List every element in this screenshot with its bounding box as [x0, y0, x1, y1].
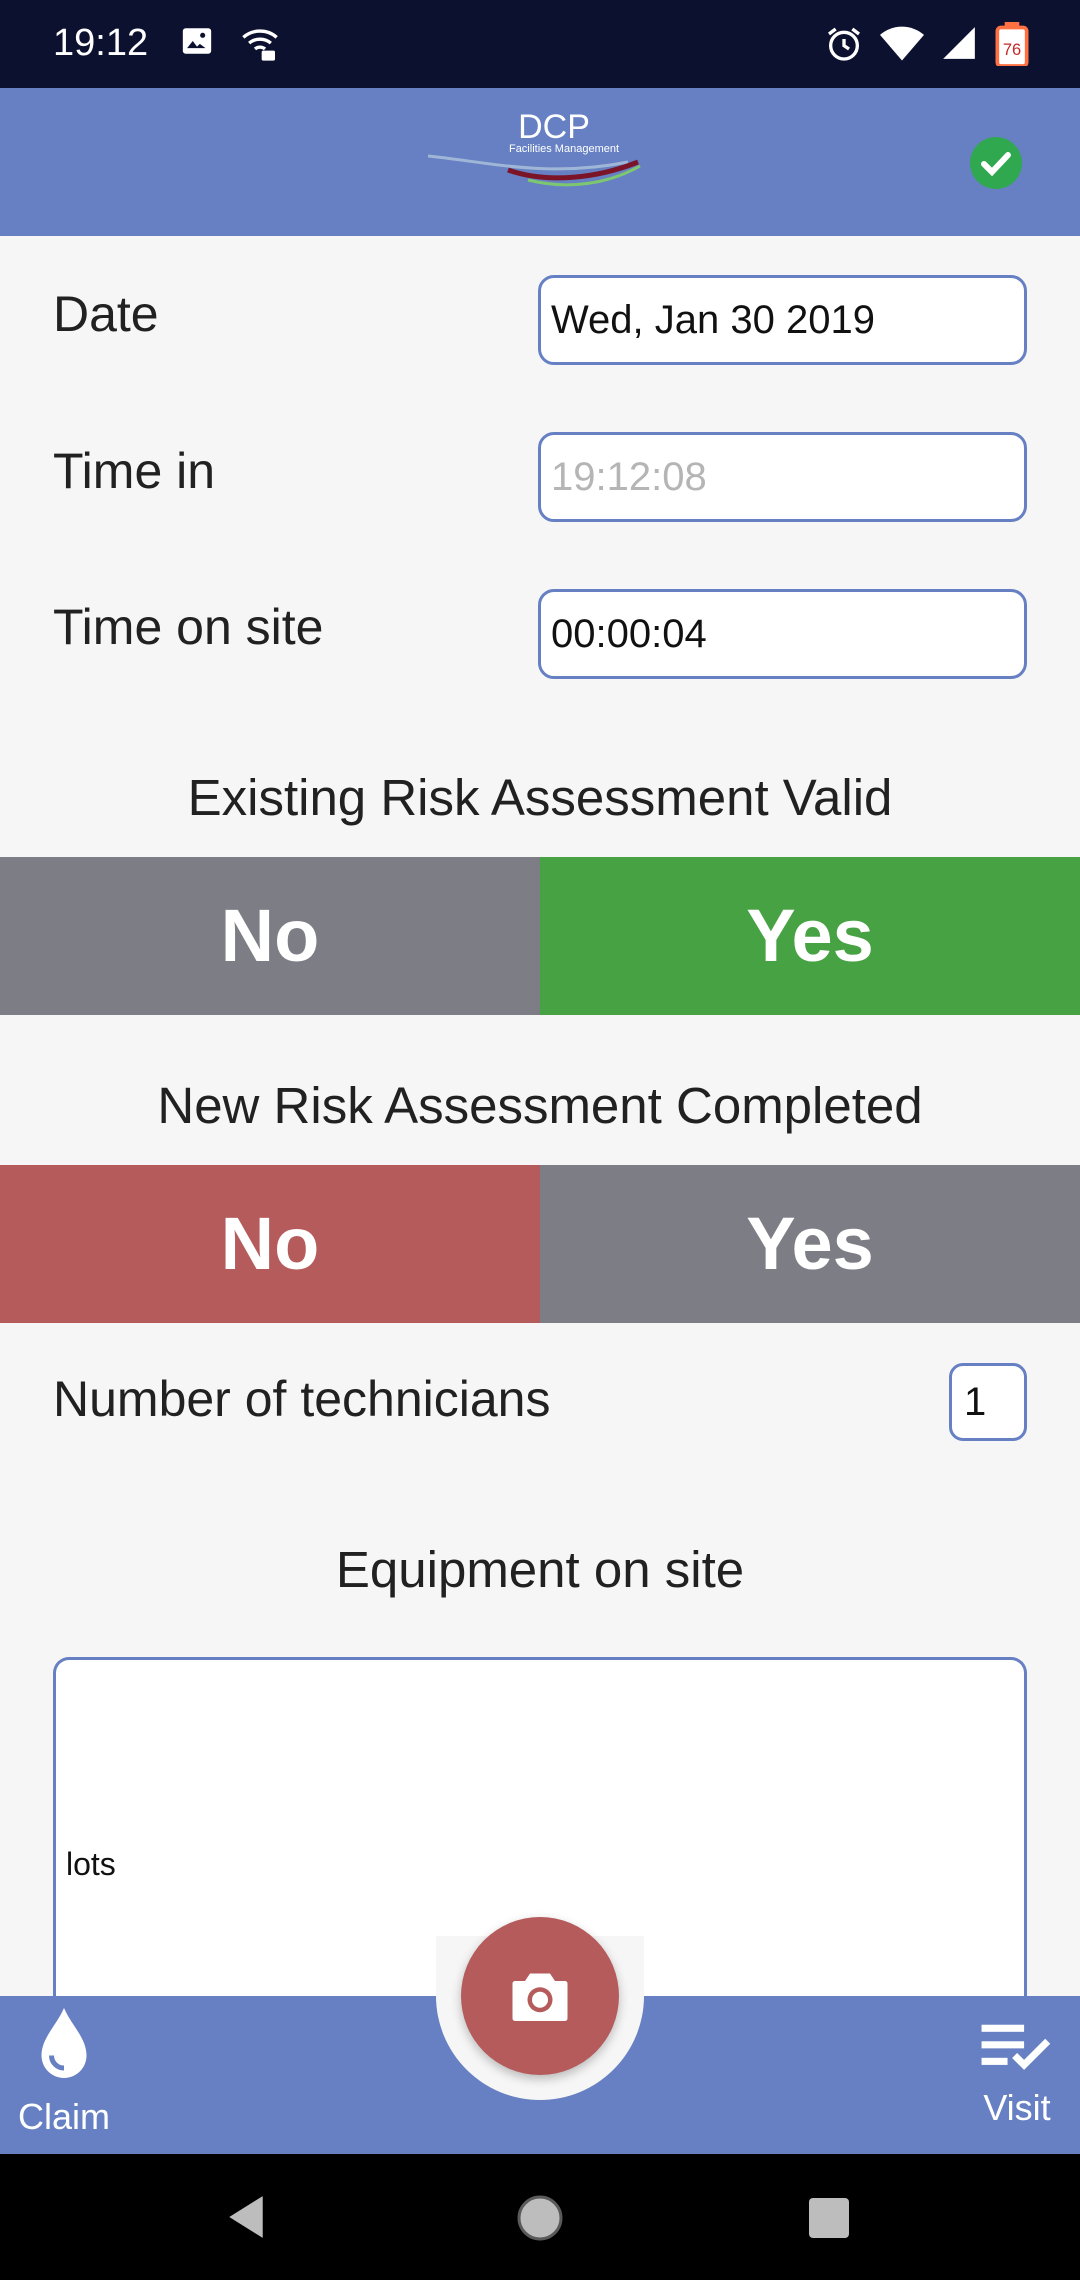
image-notification-icon — [180, 24, 214, 63]
wifi-hotspot-icon — [240, 24, 280, 69]
camera-icon — [512, 1973, 568, 2021]
logo-title: DCP — [518, 108, 590, 146]
visit-label: Visit — [983, 2087, 1051, 2128]
new-risk-yes-button[interactable]: Yes — [540, 1165, 1080, 1323]
new-risk-no-button[interactable]: No — [0, 1165, 540, 1323]
existing-risk-yes-button[interactable]: Yes — [540, 857, 1080, 1015]
equipment-value: lots — [66, 1846, 116, 1882]
time-on-site-label: Time on site — [53, 599, 324, 655]
system-nav-bar — [0, 2154, 1080, 2280]
equipment-title: Equipment on site — [335, 1541, 745, 1598]
app-screen: 19:12 76 DCP Facilities Management Date … — [0, 0, 1080, 2280]
wifi-signal-icon — [880, 24, 924, 69]
claim-nav-button[interactable]: Claim — [14, 2005, 114, 2138]
technicians-label: Number of technicians — [53, 1371, 551, 1427]
recents-icon[interactable] — [808, 2197, 850, 2239]
visit-nav-button[interactable]: Visit — [972, 2020, 1062, 2129]
date-label: Date — [53, 286, 159, 342]
camera-button[interactable] — [461, 1917, 619, 2075]
new-risk-title: New Risk Assessment Completed — [157, 1077, 923, 1134]
status-bar: 19:12 76 — [0, 0, 1080, 88]
playlist-check-icon — [981, 2024, 1051, 2070]
time-in-field[interactable]: 19:12:08 — [538, 432, 1027, 522]
home-icon[interactable] — [515, 2193, 565, 2243]
time-on-site-field[interactable]: 00:00:04 — [538, 589, 1027, 679]
existing-risk-no-button[interactable]: No — [0, 857, 540, 1015]
status-time: 19:12 — [53, 22, 149, 64]
dcp-logo: DCP Facilities Management — [427, 104, 644, 200]
water-drop-icon — [41, 2008, 87, 2078]
existing-risk-title: Existing Risk Assessment Valid — [187, 769, 893, 826]
time-in-label: Time in — [53, 443, 216, 499]
battery-level-text: 76 — [1003, 41, 1021, 59]
alarm-icon — [824, 24, 864, 69]
battery-icon: 76 — [995, 22, 1029, 71]
sync-status-check-icon[interactable] — [969, 136, 1023, 190]
claim-label: Claim — [17, 2096, 110, 2137]
logo-subtitle: Facilities Management — [509, 143, 619, 155]
back-icon[interactable] — [224, 2194, 268, 2240]
date-field[interactable]: Wed, Jan 30 2019 — [538, 275, 1027, 365]
technicians-count-field[interactable]: 1 — [949, 1363, 1027, 1441]
cell-signal-icon — [940, 24, 978, 67]
